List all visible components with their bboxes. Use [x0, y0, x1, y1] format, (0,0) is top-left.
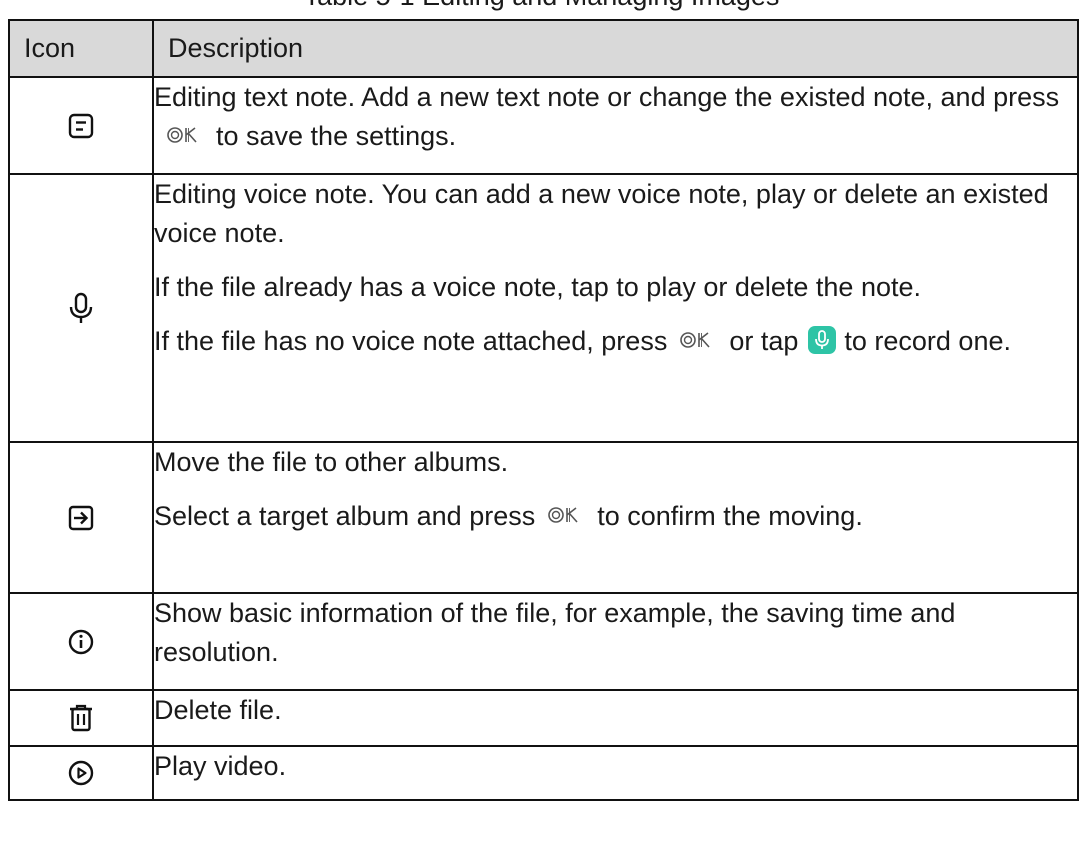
icon-cell	[8, 745, 154, 801]
description-text: Play video.	[154, 751, 287, 781]
ok-key-icon	[679, 323, 719, 362]
description-text: Move the file to other albums.	[154, 447, 509, 477]
description-cell: Show basic information of the file, for …	[152, 592, 1079, 691]
table-header-row: Icon Description	[8, 19, 1079, 78]
text-segment: to record one.	[844, 326, 1011, 356]
description-cell: Editing text note. Add a new text note o…	[152, 76, 1079, 175]
text-segment: Select a target album and press	[154, 501, 536, 531]
icon-cell	[8, 76, 154, 175]
ok-key-icon	[547, 498, 587, 537]
text-segment: to confirm the moving.	[597, 501, 863, 531]
icon-cell	[8, 592, 154, 691]
table-row: Show basic information of the file, for …	[8, 592, 1079, 691]
text-segment: to save the settings.	[216, 121, 457, 151]
description-text: Editing voice note. You can add a new vo…	[154, 179, 1049, 248]
description-cell: Delete file.	[152, 689, 1079, 747]
description-text: If the file has no voice note attached, …	[154, 322, 1077, 365]
record-mic-button-icon	[808, 326, 837, 365]
description-cell: Editing voice note. You can add a new vo…	[152, 173, 1079, 443]
description-text: If the file already has a voice note, ta…	[154, 272, 921, 302]
icon-cell	[8, 689, 154, 747]
play-icon	[68, 760, 94, 786]
text-segment: Editing text note. Add a new text note o…	[154, 82, 1060, 112]
description-text: Editing text note. Add a new text note o…	[154, 78, 1077, 157]
icon-cell	[8, 173, 154, 443]
description-text: Show basic information of the file, for …	[154, 598, 956, 667]
microphone-icon	[69, 292, 93, 323]
text-note-icon	[68, 113, 94, 138]
icon-description-table: Icon Description Editing text note. Add …	[8, 19, 1079, 801]
table-row: Delete file.	[8, 689, 1079, 747]
description-column-header: Description	[152, 19, 1079, 78]
text-segment: If the file has no voice note attached, …	[154, 326, 668, 356]
description-text: Delete file.	[154, 695, 282, 725]
ok-key-icon	[166, 118, 206, 157]
icon-column-header: Icon	[8, 19, 154, 78]
move-to-album-icon	[68, 505, 94, 530]
description-cell: Play video.	[152, 745, 1079, 801]
text-segment: or tap	[729, 326, 799, 356]
table-row: Play video.	[8, 745, 1079, 801]
description-cell: Move the file to other albums. Select a …	[152, 441, 1079, 594]
table-row: Move the file to other albums. Select a …	[8, 441, 1079, 594]
info-icon	[68, 629, 94, 654]
trash-icon	[70, 704, 92, 732]
table-row: Editing voice note. You can add a new vo…	[8, 173, 1079, 443]
description-text: Select a target album and press to confi…	[154, 497, 1077, 537]
table-caption: Table 5-1 Editing and Managing Images	[0, 0, 1083, 16]
table-row: Editing text note. Add a new text note o…	[8, 76, 1079, 175]
icon-cell	[8, 441, 154, 594]
